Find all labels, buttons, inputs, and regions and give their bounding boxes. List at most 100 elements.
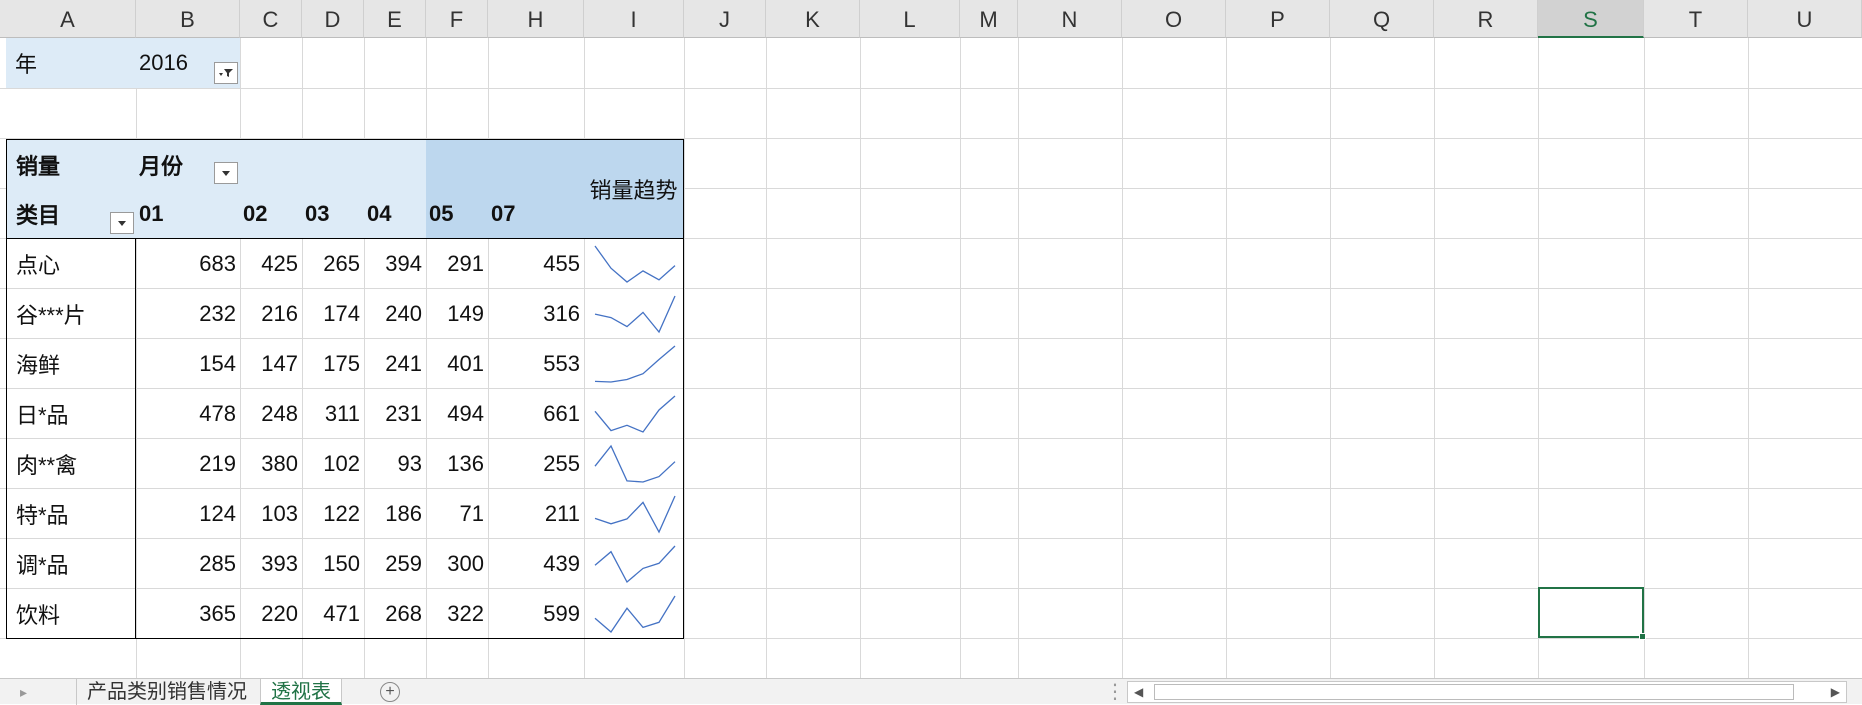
row-category: 日*品 (6, 389, 136, 439)
sparkline-chart (594, 495, 676, 534)
splitter-handle-icon[interactable]: ⋮ (1105, 679, 1125, 705)
column-header-q[interactable]: Q (1330, 0, 1434, 38)
sheet-tab-bar: ▸ 产品类别销售情况 透视表 + ⋮ ◀ ▶ (0, 678, 1862, 705)
value-cell: 136 (447, 451, 484, 476)
sparkline-line (594, 295, 676, 334)
column-field-dropdown-button[interactable] (214, 162, 238, 184)
value-cell: 248 (261, 401, 298, 426)
scroll-tabs-left-icon[interactable]: ▸ (20, 679, 27, 705)
column-header-k[interactable]: K (766, 0, 860, 38)
row-category: 肉**禽 (6, 439, 136, 489)
column-header-f[interactable]: F (426, 0, 488, 38)
row-category: 饮料 (6, 589, 136, 639)
value-cell: 401 (447, 351, 484, 376)
sparkline-chart (594, 295, 676, 334)
value-cell: 231 (385, 401, 422, 426)
scrollbar-thumb[interactable] (1154, 684, 1794, 700)
column-header-c[interactable]: C (240, 0, 302, 38)
column-header-l[interactable]: L (860, 0, 960, 38)
header-blank-03 (302, 139, 364, 189)
value-cell: 122 (323, 501, 360, 526)
row-category: 谷***片 (6, 289, 136, 339)
horizontal-scrollbar[interactable]: ◀ ▶ (1127, 681, 1847, 703)
scroll-left-icon[interactable]: ◀ (1134, 682, 1143, 702)
column-header-o[interactable]: O (1122, 0, 1226, 38)
value-cell: 175 (323, 351, 360, 376)
column-header-b[interactable]: B (136, 0, 240, 38)
value-cell: 102 (323, 451, 360, 476)
value-cell: 154 (199, 351, 236, 376)
row-category: 海鲜 (6, 339, 136, 389)
column-header-j[interactable]: J (684, 0, 766, 38)
chevron-down-icon (118, 221, 126, 226)
sparkline-chart (594, 595, 676, 633)
value-cell: 393 (261, 551, 298, 576)
row-field-dropdown-button[interactable] (110, 212, 134, 234)
sparkline-chart (594, 245, 676, 283)
value-cell: 268 (364, 589, 426, 639)
selected-cell[interactable] (1538, 587, 1644, 638)
row-category: 调*品 (6, 539, 136, 589)
value-cell: 149 (447, 301, 484, 326)
sheet-tab-sales[interactable]: 产品类别销售情况 (76, 679, 257, 705)
sparkline-header: 销量趋势 (584, 139, 684, 239)
spreadsheet-grid[interactable]: ABCDEFHIJKLMNOPQRSTU 年 2016 销量 月份 销量趋势 类… (0, 0, 1862, 678)
column-header-h[interactable]: H (488, 0, 584, 38)
value-cell: 683 (199, 251, 236, 276)
column-header-e[interactable]: E (364, 0, 426, 38)
row-category: 点心 (6, 239, 136, 289)
column-header-m[interactable]: M (960, 0, 1018, 38)
filter-icon (219, 69, 233, 77)
value-cell: 186 (385, 501, 422, 526)
sparkline-line (594, 444, 676, 483)
value-cell: 93 (397, 451, 422, 476)
value-cell: 211 (544, 501, 580, 526)
value-cell: 599 (488, 589, 584, 639)
column-header-a[interactable]: A (0, 0, 136, 38)
add-sheet-icon[interactable]: + (380, 682, 400, 702)
sparkline-line (594, 345, 676, 383)
column-header-d[interactable]: D (302, 0, 364, 38)
column-header-r[interactable]: R (1434, 0, 1538, 38)
filter-dropdown-button[interactable] (214, 62, 238, 84)
value-cell: 259 (385, 551, 422, 576)
sparkline-line (594, 395, 676, 433)
value-cell: 478 (199, 401, 236, 426)
column-header-p[interactable]: P (1226, 0, 1330, 38)
column-header-t[interactable]: T (1644, 0, 1748, 38)
scroll-right-icon[interactable]: ▶ (1831, 682, 1840, 702)
column-header-s[interactable]: S (1538, 0, 1644, 38)
value-cell: 316 (543, 301, 580, 326)
sparkline-line (594, 495, 676, 534)
month-header: 04 (364, 189, 426, 239)
header-blank-05 (426, 139, 488, 189)
value-cell: 394 (385, 251, 422, 276)
pivot-value-label: 销量 (6, 139, 136, 189)
header-blank-04 (364, 139, 426, 189)
value-cell: 311 (324, 401, 360, 426)
fill-handle[interactable] (1639, 633, 1646, 640)
value-cell: 661 (543, 401, 580, 426)
column-header-u[interactable]: U (1748, 0, 1862, 38)
column-header-i[interactable]: I (584, 0, 684, 38)
header-blank-07 (488, 139, 584, 189)
column-header-n[interactable]: N (1018, 0, 1122, 38)
value-cell: 240 (385, 301, 422, 326)
month-header: 07 (488, 189, 584, 239)
row-category: 特*品 (6, 489, 136, 539)
value-cell: 220 (240, 589, 302, 639)
value-cell: 365 (136, 589, 240, 639)
month-header: 02 (240, 189, 302, 239)
value-cell: 291 (447, 251, 484, 276)
header-blank-02 (240, 139, 302, 189)
sparkline-chart (594, 345, 676, 383)
sheet-tab-pivot[interactable]: 透视表 (260, 679, 342, 705)
sparkline-line (594, 545, 676, 584)
value-cell: 300 (447, 551, 484, 576)
sparkline-line (594, 595, 676, 633)
value-cell: 255 (543, 451, 580, 476)
value-cell: 216 (261, 301, 298, 326)
month-header: 03 (302, 189, 364, 239)
value-cell: 265 (323, 251, 360, 276)
sparkline-chart (594, 444, 676, 483)
